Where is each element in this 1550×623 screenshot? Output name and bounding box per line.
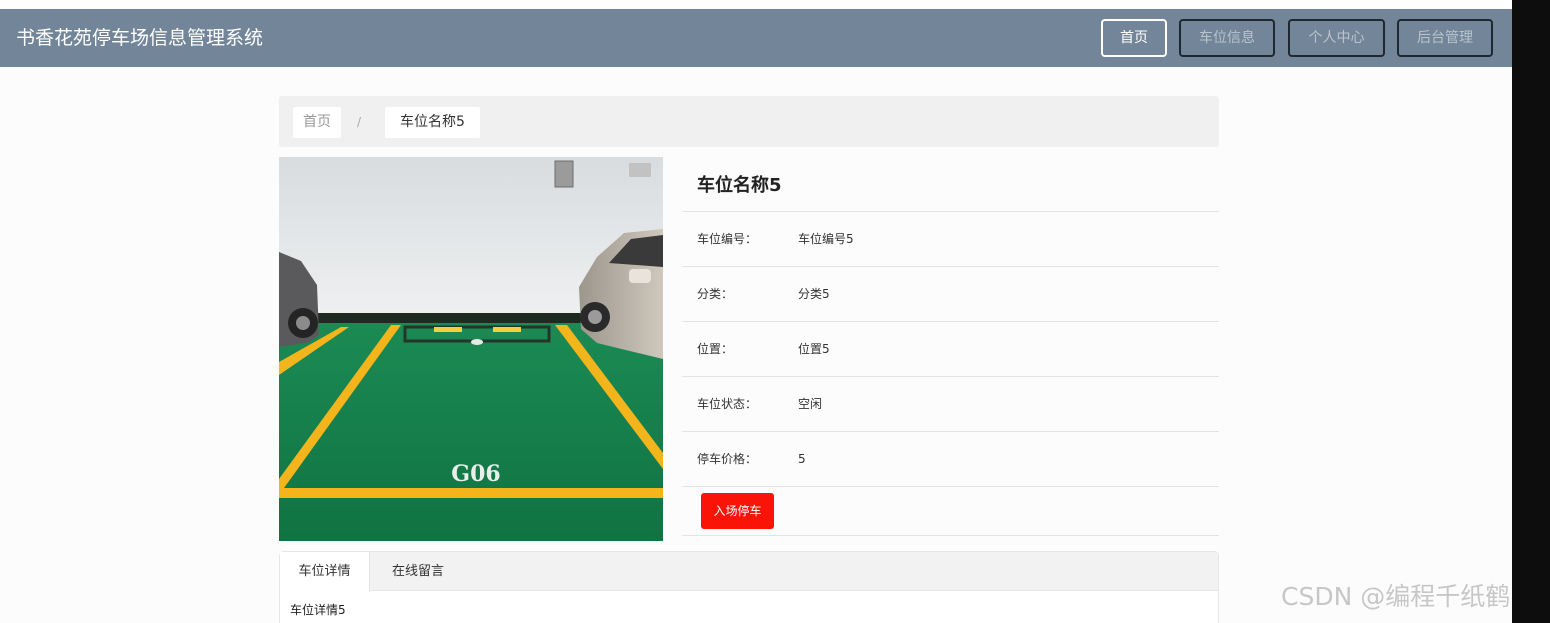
breadcrumb-current: 车位名称5 [385,107,480,138]
parking-space-photo: G06 [279,157,663,541]
detail-row: 车位编号： 车位编号5 [682,212,1219,267]
page: 书香花苑停车场信息管理系统 首页 车位信息 个人中心 后台管理 首页 / 车位名… [0,0,1512,623]
detail-tabs: 车位详情 在线留言 车位详情5 [279,551,1219,623]
brand-title: 书香花苑停车场信息管理系统 [16,27,264,49]
detail-label: 车位编号： [697,232,758,246]
tab-bar: 车位详情 在线留言 [280,552,1218,592]
top-strip [0,0,1512,9]
detail-label: 车位状态： [697,397,758,411]
parking-space-photo-svg: G06 [279,157,663,541]
nav-parking-info-button[interactable]: 车位信息 [1179,19,1275,57]
nav-home-button[interactable]: 首页 [1101,19,1167,57]
detail-value: 分类5 [798,287,830,301]
detail-row: 车位状态： 空闲 [682,377,1219,432]
right-edge-bar [1512,0,1550,623]
detail-panel: 车位名称5 车位编号： 车位编号5 分类： 分类5 位置： 位置5 车位状态： … [682,157,1219,536]
navbar: 书香花苑停车场信息管理系统 首页 车位信息 个人中心 后台管理 [0,9,1512,67]
watermark: CSDN @编程千纸鹤 [1281,582,1511,611]
tab-space-details[interactable]: 车位详情 [280,552,370,592]
detail-value: 5 [798,452,806,466]
detail-label: 位置： [697,342,734,356]
breadcrumb: 首页 / 车位名称5 [279,96,1219,147]
detail-value: 车位编号5 [798,232,854,246]
breadcrumb-separator: / [357,115,362,129]
detail-label: 分类： [697,287,734,301]
detail-row: 分类： 分类5 [682,267,1219,322]
nav-admin-button[interactable]: 后台管理 [1397,19,1493,57]
detail-title: 车位名称5 [682,157,1219,212]
parking-space-code: G06 [451,461,500,487]
detail-value: 空闲 [798,397,823,411]
breadcrumb-home-link[interactable]: 首页 [293,107,341,138]
nav-profile-button[interactable]: 个人中心 [1288,19,1385,57]
detail-row: 位置： 位置5 [682,322,1219,377]
tab-content: 车位详情5 [290,603,346,617]
detail-value: 位置5 [798,342,830,356]
action-row: 入场停车 [682,487,1219,536]
detail-label: 停车价格： [697,452,758,466]
detail-row: 停车价格： 5 [682,432,1219,487]
enter-parking-button[interactable]: 入场停车 [701,493,774,529]
tab-online-message[interactable]: 在线留言 [370,552,466,591]
